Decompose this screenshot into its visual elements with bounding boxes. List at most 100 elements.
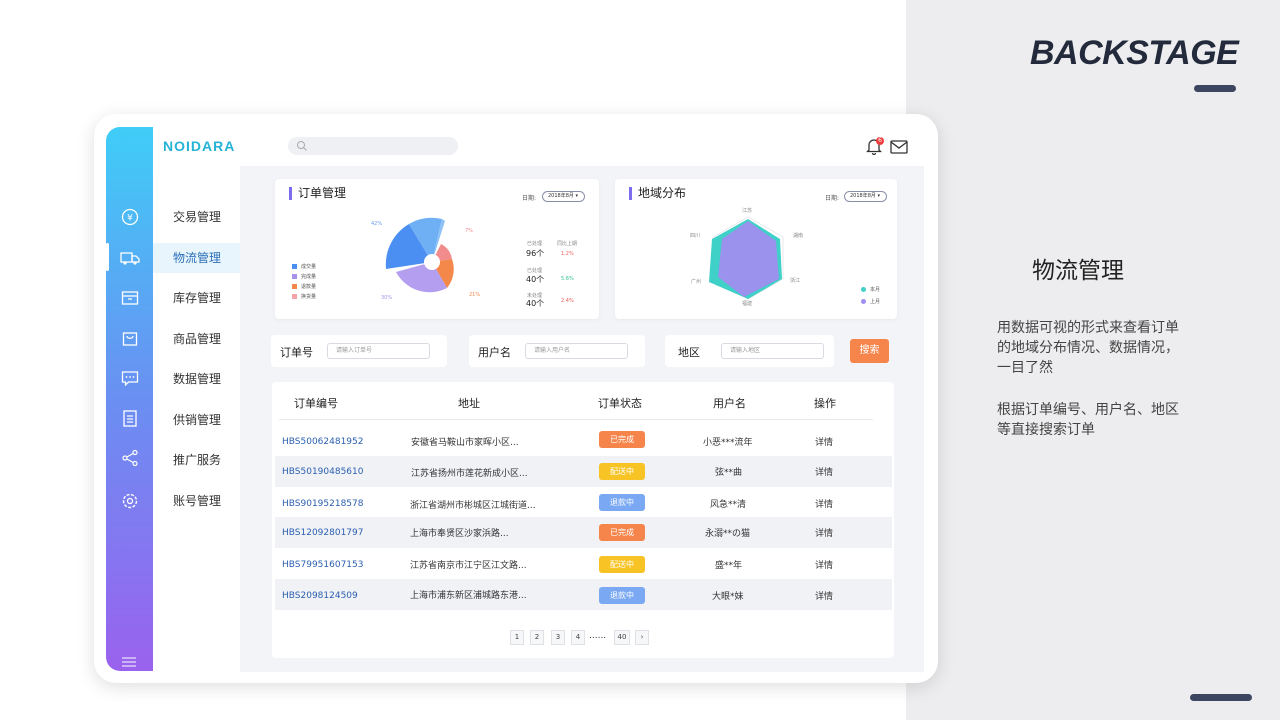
order-id[interactable]: HBS90195218578 [282,499,363,509]
sidebar-item[interactable]: 数据管理 [153,364,240,394]
stat-label: 已处理 [527,241,543,247]
search-icon [297,141,307,151]
region-card: 地域分布 日期: 2018年8月 ▾ 江苏 湖南 浙江 福建 广州 四川 本月 … [615,179,897,319]
sidebar-item[interactable]: 推广服务 [153,445,240,475]
legend-item: 换货量 [292,293,316,300]
chat-icon[interactable] [106,367,153,389]
settings-icon[interactable] [106,490,153,512]
order-address: 安徽省马鞍山市家晖小区... [411,438,519,448]
table-row[interactable]: HBS2098124509 上海市浦东新区浦城路东港... 退款中 大眼*妹 详… [275,579,892,610]
decorative-bar [1190,694,1252,701]
date-label: 日期: [825,195,840,202]
details-link[interactable]: 详情 [815,465,833,478]
truck-icon[interactable] [106,247,153,269]
date-select[interactable]: 2018年8月 ▾ [844,191,887,202]
search-input[interactable] [288,137,458,155]
sidebar-item-active[interactable]: 物流管理 [153,243,240,273]
region-input[interactable]: 请输入地区 [721,343,824,359]
order-id[interactable]: HBS12092801797 [282,528,363,538]
page-button[interactable]: 1 [510,630,524,645]
order-id[interactable]: HBS79951607153 [282,560,363,570]
order-address: 上海市奉贤区沙家浜路... [410,529,509,539]
date-label: 日期: [522,195,537,202]
order-id[interactable]: HBS50062481952 [282,437,363,447]
details-link[interactable]: 详情 [815,526,833,539]
page-button[interactable]: 4 [571,630,585,645]
stat-pct: 2.4% [561,298,574,304]
region-radar-chart [709,216,784,300]
description-line: 一目了然 [997,360,1053,376]
legend-item: 退款量 [292,283,316,290]
username-input[interactable]: 请输入用户名 [525,343,628,359]
order-address: 江苏省南京市江宁区江文路... [410,561,527,571]
sidebar-item[interactable]: 商品管理 [153,324,240,354]
date-select[interactable]: 2018年8月 ▾ [542,191,585,202]
order-address: 上海市浦东新区浦城路东港... [410,591,527,601]
sidebar-item[interactable]: 账号管理 [153,486,240,516]
username: 小恶***流年 [703,438,753,448]
icon-rail: ¥ [106,127,153,671]
table-row[interactable]: HBS50062481952 安徽省马鞍山市家晖小区... 已完成 小恶***流… [275,426,892,457]
table-header: 操作 [814,397,836,410]
username: 弦**曲 [715,468,743,478]
mail-icon[interactable] [890,139,908,158]
region-filter: 地区 请输入地区 [665,335,834,367]
search-button[interactable]: 搜索 [850,339,889,363]
radar-axis-label: 湖南 [793,233,804,239]
legend-label: 换货量 [301,294,317,300]
legend-label: 成交量 [301,264,317,270]
notification-badge: 6 [876,137,884,145]
order-id[interactable]: HBS50190485610 [282,467,363,477]
table-row[interactable]: HBS90195218578 浙江省湖州市彬城区江城街道... 退款中 风急**… [275,487,892,518]
details-link[interactable]: 详情 [815,589,833,602]
legend-label: 完成量 [301,274,317,280]
sidebar-item[interactable]: 库存管理 [153,283,240,313]
pct-label: 21% [469,292,481,298]
sidebar-item[interactable]: 交易管理 [153,202,240,232]
table-row[interactable]: HBS79951607153 江苏省南京市江宁区江文路... 配送中 盛**年 … [275,548,892,579]
section-title: 物流管理 [1032,258,1124,284]
status-badge: 退款中 [599,587,645,604]
legend-swatch [292,284,297,289]
hamburger-menu-icon[interactable] [122,652,136,671]
svg-text:¥: ¥ [127,214,133,224]
table-row[interactable]: HBS50190485610 江苏省扬州市莲花新成小区... 配送中 弦**曲 … [275,456,892,487]
stat-value: 40个 [526,275,545,284]
card-title: 订单管理 [289,187,346,200]
radar-axis-label: 四川 [690,233,701,239]
order-filter: 订单号 请输入订单号 [271,335,447,367]
order-number-input[interactable]: 请输入订单号 [327,343,430,359]
page-button[interactable]: 3 [551,630,565,645]
legend-label: 退款量 [301,284,317,290]
page-button-last[interactable]: 40 [614,630,630,645]
sidebar-item[interactable]: 供销管理 [153,405,240,435]
inventory-box-icon[interactable] [106,287,153,309]
share-icon[interactable] [106,447,153,469]
details-link[interactable]: 详情 [815,435,833,448]
stat-compare-label: 同比上期 [557,241,578,247]
legend-item: 完成量 [292,273,316,280]
radar-axis-label: 广州 [691,279,702,285]
description-line: 等直接搜索订单 [997,422,1095,438]
description-line: 根据订单编号、用户名、地区 [997,402,1179,418]
legend-swatch [292,274,297,279]
table-header: 订单状态 [598,397,642,410]
clipboard-icon[interactable] [106,407,153,429]
order-id[interactable]: HBS2098124509 [282,591,358,601]
details-link[interactable]: 详情 [815,558,833,571]
chevron-right-icon[interactable]: › [635,630,649,645]
legend-item: 本月 [861,286,880,293]
card-title: 地域分布 [629,187,686,200]
date-select-value: 2018年8月 [850,193,876,199]
page-button[interactable]: 2 [530,630,544,645]
date-select-value: 2018年8月 [548,193,574,199]
shopping-bag-icon[interactable] [106,327,153,349]
table-row[interactable]: HBS12092801797 上海市奉贤区沙家浜路... 已完成 永溺**の猫 … [275,517,892,548]
brand-underline [1194,85,1236,92]
currency-icon[interactable]: ¥ [106,206,153,228]
brand-title: BACKSTAGE [1030,34,1239,72]
details-link[interactable]: 详情 [815,497,833,510]
active-rail-indicator [106,243,109,271]
description-1: 用数据可视的形式来查看订单 的地域分布情况、数据情况， 一目了然 [997,318,1197,378]
pct-label: 42% [371,221,383,227]
